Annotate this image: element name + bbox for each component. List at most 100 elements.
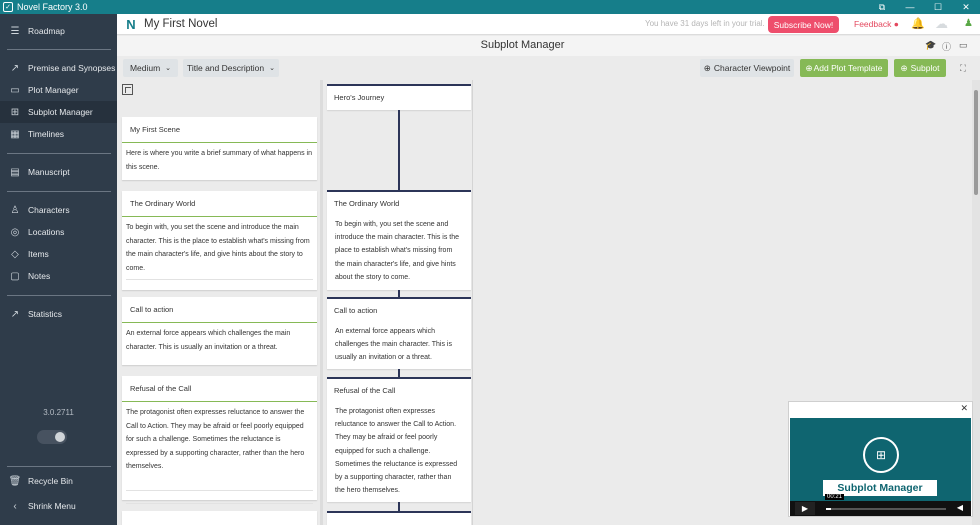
sidebar-item-label: Manuscript (28, 167, 70, 177)
plot-card-description: To begin with, you set the scene and int… (335, 221, 459, 281)
sidebar-item-shrink-menu[interactable]: ‹ Shrink Menu (0, 495, 117, 517)
scrollbar-thumb[interactable] (974, 90, 978, 195)
maximize-button[interactable]: ☐ (924, 0, 952, 14)
card-size-select[interactable]: Medium ⌄ (123, 59, 178, 77)
character-viewpoint-button[interactable]: ⊕ Character Viewpoint (700, 59, 794, 77)
graduation-cap-icon[interactable]: 🎓 (925, 40, 936, 51)
fullscreen-icon[interactable]: ⛶ (955, 59, 971, 77)
plus-circle-icon: ⊕ (805, 62, 813, 73)
sidebar-item-items[interactable]: ◇ Items (0, 243, 117, 265)
plot-card[interactable]: Call to action An external force appears… (327, 297, 471, 369)
sidebar-item-subplot-manager[interactable]: ⊞ Subplot Manager (0, 101, 117, 123)
sidebar-item-label: Subplot Manager (28, 107, 93, 117)
tutorial-video-popup: ✕ ⊞ Subplot Manager 00:21 ▶ ◀ (788, 401, 973, 517)
video-progress-track[interactable] (826, 508, 946, 510)
location-icon: ◎ (10, 226, 20, 238)
scene-card-title: The Ordinary World (122, 191, 317, 217)
subscribe-button[interactable]: Subscribe Now! (768, 16, 839, 33)
plot-card-description: The protagonist often expresses reluctan… (335, 408, 458, 495)
scene-card-rule (126, 279, 313, 280)
video-progress-fill (826, 508, 831, 510)
sidebar-item-timelines[interactable]: ▦ Timelines (0, 123, 117, 145)
sidebar-item-plot-manager[interactable]: ▭ Plot Manager (0, 79, 117, 101)
vertical-scrollbar[interactable] (972, 80, 980, 525)
sidebar-item-roadmap[interactable]: ☰ Roadmap (0, 20, 117, 42)
sidebar-divider (7, 153, 111, 154)
plot-card[interactable]: The Ordinary World To begin with, you se… (327, 190, 471, 290)
chevron-down-icon: ⌄ (269, 65, 276, 72)
sitemap-icon: ⊞ (863, 437, 899, 473)
document-icon: ▤ (10, 166, 20, 178)
sidebar-item-premise[interactable]: ↗ Premise and Synopses (0, 57, 117, 79)
scene-card-rule (126, 489, 313, 491)
sidebar-item-manuscript[interactable]: ▤ Manuscript (0, 161, 117, 183)
page-title: Subplot Manager (480, 39, 565, 51)
play-icon[interactable]: ▶ (795, 502, 815, 515)
close-icon[interactable]: ✕ (960, 403, 968, 414)
project-title[interactable]: My First Novel (144, 18, 217, 30)
video-player[interactable]: ⊞ Subplot Manager 00:21 ▶ ◀ (790, 418, 971, 516)
plus-circle-icon: ⊕ (900, 62, 908, 73)
scene-card[interactable]: My First Scene Here is where you write a… (122, 117, 317, 180)
plot-connector-line (398, 290, 400, 297)
plot-column-heros-journey: Hero's Journey The Ordinary World To beg… (323, 80, 473, 525)
sidebar-item-label: Plot Manager (28, 85, 79, 95)
add-subplot-label: Subplot (910, 63, 940, 73)
scene-card-title: Refusal of the Call (122, 376, 317, 402)
card-size-value: Medium (129, 63, 161, 73)
scene-card[interactable] (122, 511, 317, 525)
plot-header-card[interactable]: Hero's Journey (327, 84, 471, 110)
monitor-icon[interactable]: ▭ (959, 40, 968, 51)
feedback-label: Feedback (854, 19, 892, 29)
sidebar-item-locations[interactable]: ◎ Locations (0, 221, 117, 243)
sidebar-item-label: Statistics (28, 309, 63, 319)
plot-card-title: The Ordinary World (334, 198, 400, 208)
app-name: Novel Factory 3.0 (17, 2, 88, 12)
scenes-column: My First Scene Here is where you write a… (117, 80, 320, 525)
statistics-icon: ↗ (10, 308, 20, 320)
plot-card[interactable] (327, 511, 471, 525)
theme-toggle[interactable] (37, 430, 67, 444)
sidebar-item-characters[interactable]: ♙ Characters (0, 199, 117, 221)
plot-connector-line (398, 369, 400, 377)
close-button[interactable]: ✕ (952, 0, 980, 14)
plot-header-title: Hero's Journey (334, 92, 385, 102)
user-account-icon[interactable]: ♟ (964, 18, 973, 29)
cloud-sync-icon[interactable]: ☁ (935, 16, 948, 32)
notification-bell-icon[interactable]: 🔔 (911, 17, 925, 30)
display-mode-select[interactable]: Title and Description ⌄ (183, 59, 279, 77)
restore-window-icon[interactable]: ⧉ (868, 0, 896, 14)
feedback-link[interactable]: Feedback ● (854, 19, 899, 29)
plus-circle-icon: ⊕ (703, 62, 711, 73)
sidebar-item-recycle-bin[interactable]: 🗑 Recycle Bin (0, 470, 117, 492)
minimize-button[interactable]: — (896, 0, 924, 14)
sidebar-item-notes[interactable]: ▢ Notes (0, 265, 117, 287)
video-controls: ▶ ◀ (790, 501, 971, 516)
sidebar-item-label: Recycle Bin (28, 476, 73, 486)
window-titlebar: ✓ Novel Factory 3.0 ⧉ — ☐ ✕ (0, 0, 980, 14)
trash-icon: 🗑 (8, 475, 22, 487)
sidebar-item-label: Timelines (28, 129, 65, 139)
add-plot-template-button[interactable]: ⊕ Add Plot Template (800, 59, 888, 77)
sidebar-divider (7, 49, 111, 50)
app-header: N My First Novel You have 31 days left i… (117, 14, 980, 35)
calendar-icon: ▦ (10, 128, 20, 140)
scene-card[interactable]: Refusal of the Call The protagonist ofte… (122, 376, 317, 504)
sidebar-divider (7, 191, 111, 192)
info-icon[interactable]: ⓘ (942, 40, 951, 53)
scene-card[interactable]: The Ordinary World To begin with, you se… (122, 191, 317, 290)
add-subplot-button[interactable]: ⊕ Subplot (894, 59, 946, 77)
plot-card[interactable]: Refusal of the Call The protagonist ofte… (327, 377, 471, 502)
layout-icon: ▭ (10, 84, 20, 96)
scene-card[interactable]: Call to action An external force appears… (122, 297, 317, 365)
grid-view-icon[interactable] (122, 84, 133, 95)
back-icon[interactable]: ◀ (957, 503, 963, 512)
diamond-icon: ◇ (11, 248, 19, 260)
toggle-knob (55, 432, 65, 442)
novel-factory-logo-icon: N (126, 16, 136, 32)
sidebar-item-label: Roadmap (28, 26, 65, 36)
sidebar-item-statistics[interactable]: ↗ Statistics (0, 303, 117, 325)
scene-card-title: Call to action (122, 297, 317, 323)
sidebar: ☰ Roadmap ↗ Premise and Synopses ▭ Plot … (0, 14, 117, 525)
plot-card-title: Call to action (334, 305, 378, 315)
